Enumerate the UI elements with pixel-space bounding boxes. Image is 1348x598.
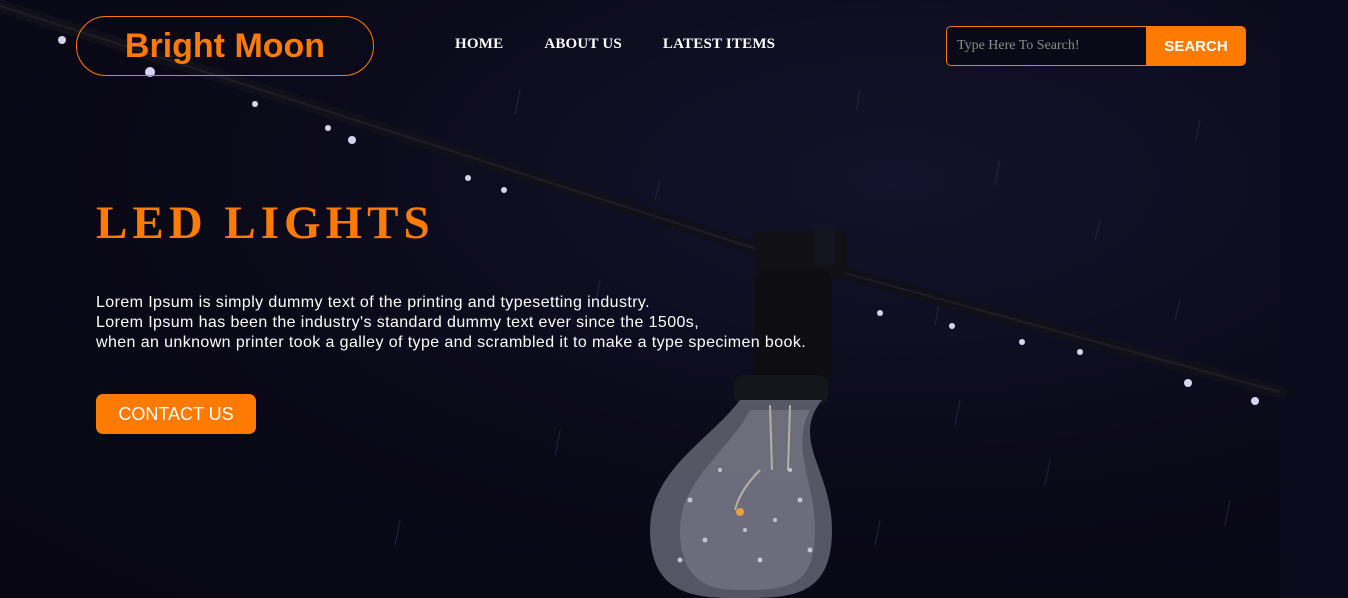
nav-item-home[interactable]: HOME: [455, 36, 503, 53]
hero-description-line: Lorem Ipsum has been the industry's stan…: [96, 314, 700, 331]
main-nav: HOME ABOUT US LATEST ITEMS: [455, 36, 775, 53]
search-input[interactable]: [946, 26, 1146, 66]
brand-logo[interactable]: Bright Moon: [76, 16, 374, 76]
hero-title: LED LIGHTS: [96, 197, 435, 249]
nav-item-latest-items[interactable]: LATEST ITEMS: [663, 36, 775, 53]
hero-description-line: when an unknown printer took a galley of…: [96, 334, 807, 351]
hero-description: Lorem Ipsum is simply dummy text of the …: [96, 293, 806, 353]
search-button[interactable]: SEARCH: [1146, 26, 1246, 66]
hero-description-line: Lorem Ipsum is simply dummy text of the …: [96, 294, 650, 311]
nav-item-about-us[interactable]: ABOUT US: [544, 36, 622, 53]
contact-us-button[interactable]: CONTACT US: [96, 394, 256, 434]
search-form: SEARCH: [946, 26, 1246, 66]
